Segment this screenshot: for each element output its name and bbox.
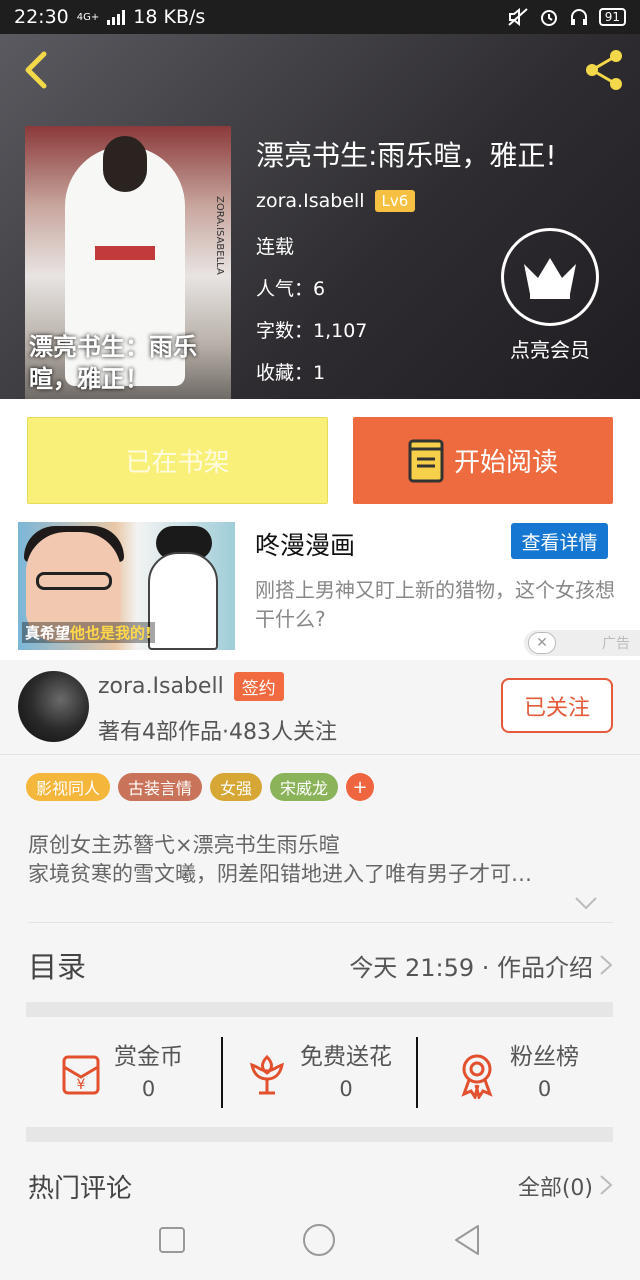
book-author[interactable]: zora.Isabell bbox=[256, 190, 365, 212]
toc-update-info: 今天 21:59 · 作品介绍 bbox=[349, 954, 593, 982]
ad-label: 广告 bbox=[602, 636, 630, 652]
tag-item[interactable]: 影视同人 bbox=[26, 773, 111, 801]
toc-row[interactable]: 目录 今天 21:59 · 作品介绍 bbox=[28, 944, 613, 988]
reward-count: 0 bbox=[537, 1077, 552, 1101]
signed-badge: 签约 bbox=[233, 672, 284, 701]
section-band bbox=[26, 1002, 613, 1017]
divider bbox=[221, 1037, 223, 1108]
more-tags-button[interactable]: + bbox=[346, 773, 375, 801]
start-reading-label: 开始阅读 bbox=[453, 448, 558, 478]
summary-line: 家境贫寒的雪文曦，阴差阳错地进入了唯有男子才可… bbox=[28, 862, 532, 886]
summary-line: 原创女主苏簪弋×漂亮书生雨乐暄 bbox=[28, 833, 340, 857]
divider bbox=[28, 922, 613, 923]
author-card[interactable]: zora.Isabell 签约 著有4部作品·483人关注 已关注 bbox=[0, 660, 640, 755]
book-icon bbox=[408, 439, 444, 482]
start-reading-button[interactable]: 开始阅读 bbox=[353, 417, 613, 504]
clock: 22:30 bbox=[14, 6, 69, 28]
vip-button[interactable]: 点亮会员 bbox=[498, 228, 602, 363]
rewards-row: ¥ 赏金币 0 免费送花 0 粉丝榜 0 bbox=[26, 1037, 613, 1109]
book-summary[interactable]: 原创女主苏簪弋×漂亮书生雨乐暄 家境贫寒的雪文曦，阴差阳错地进入了唯有男子才可… bbox=[28, 831, 618, 889]
chevron-down-icon[interactable] bbox=[574, 895, 598, 911]
reward-label: 免费送花 bbox=[300, 1044, 392, 1070]
signal-icon bbox=[107, 9, 126, 25]
ad-description[interactable]: 刚搭上男神又盯上新的猎物，这个女孩想干什么? bbox=[255, 576, 615, 634]
hot-comments-label: 热门评论 bbox=[28, 1174, 133, 1200]
net-speed: 18 KB/s bbox=[133, 6, 206, 28]
battery-icon: 91 bbox=[598, 8, 626, 26]
ad-detail-button[interactable]: 查看详情 bbox=[511, 523, 608, 559]
tag-item[interactable]: 古装言情 bbox=[118, 773, 203, 801]
ad-tag: ✕ 广告 bbox=[524, 630, 640, 656]
recents-icon[interactable] bbox=[158, 1226, 186, 1254]
cover-side-text: ZORA.ISABELLA bbox=[214, 196, 225, 275]
flower-icon bbox=[250, 1054, 284, 1095]
reward-count: 0 bbox=[339, 1077, 353, 1101]
action-bar: 已在书架 开始阅读 bbox=[0, 399, 640, 520]
alarm-icon bbox=[540, 10, 557, 26]
reward-coins-button[interactable]: ¥ 赏金币 0 bbox=[56, 1037, 183, 1109]
share-icon[interactable] bbox=[580, 46, 628, 94]
ad-caption: 真希望他也是我的! bbox=[22, 622, 155, 643]
book-header: ZORA.ISABELLA 漂亮书生：雨乐暄，雅正！ 漂亮书生:雨乐暄，雅正! … bbox=[0, 34, 640, 399]
all-comments-link[interactable]: 全部(0) bbox=[518, 1170, 593, 1200]
book-title: 漂亮书生:雨乐暄，雅正! bbox=[256, 139, 557, 172]
ad-image[interactable]: 真希望他也是我的! bbox=[18, 522, 235, 650]
tag-list: 影视同人 古装言情 女强 宋威龙 + bbox=[26, 773, 375, 801]
book-cover: ZORA.ISABELLA 漂亮书生：雨乐暄，雅正！ bbox=[25, 126, 231, 399]
status-bar: 22:30 4G+ 18 KB/s 91 bbox=[0, 0, 640, 34]
vip-label: 点亮会员 bbox=[510, 338, 590, 362]
system-nav-bar bbox=[0, 1200, 640, 1280]
in-shelf-button[interactable]: 已在书架 bbox=[27, 417, 328, 504]
red-envelope-icon: ¥ bbox=[62, 1055, 100, 1095]
author-name[interactable]: zora.Isabell bbox=[98, 674, 224, 699]
back-nav-icon[interactable] bbox=[452, 1224, 482, 1256]
cover-title: 漂亮书生：雨乐暄，雅正！ bbox=[29, 332, 197, 393]
headphones-icon bbox=[570, 9, 587, 25]
back-icon[interactable] bbox=[18, 50, 58, 90]
tag-item[interactable]: 宋威龙 bbox=[270, 773, 339, 801]
ad-title[interactable]: 咚漫漫画 bbox=[255, 526, 355, 562]
chevron-right-icon bbox=[600, 955, 613, 975]
close-ad-icon[interactable]: ✕ bbox=[528, 632, 556, 654]
send-flower-button[interactable]: 免费送花 0 bbox=[242, 1037, 392, 1109]
network-type: 4G+ bbox=[76, 11, 100, 23]
author-stats: 著有4部作品·483人关注 bbox=[98, 720, 337, 745]
followed-button[interactable]: 已关注 bbox=[501, 678, 613, 733]
chevron-right-icon bbox=[600, 1175, 613, 1195]
medal-icon bbox=[461, 1054, 493, 1099]
hot-comments-row[interactable]: 热门评论 全部(0) bbox=[28, 1168, 613, 1200]
toc-label: 目录 bbox=[28, 950, 87, 984]
tag-item[interactable]: 女强 bbox=[210, 773, 263, 801]
reward-label: 粉丝榜 bbox=[510, 1044, 579, 1070]
level-badge: Lv6 bbox=[374, 190, 416, 212]
home-icon[interactable] bbox=[302, 1223, 336, 1257]
section-band bbox=[26, 1127, 613, 1142]
svg-text:¥: ¥ bbox=[77, 1077, 86, 1093]
fan-ranking-button[interactable]: 粉丝榜 0 bbox=[452, 1037, 579, 1109]
divider bbox=[416, 1037, 418, 1108]
avatar[interactable] bbox=[18, 671, 89, 742]
reward-label: 赏金币 bbox=[114, 1044, 183, 1070]
mute-icon bbox=[508, 7, 528, 27]
reward-count: 0 bbox=[141, 1077, 156, 1101]
crown-icon bbox=[524, 258, 576, 299]
ad-banner[interactable]: 真希望他也是我的! 咚漫漫画 查看详情 刚搭上男神又盯上新的猎物，这个女孩想干什… bbox=[0, 520, 640, 660]
